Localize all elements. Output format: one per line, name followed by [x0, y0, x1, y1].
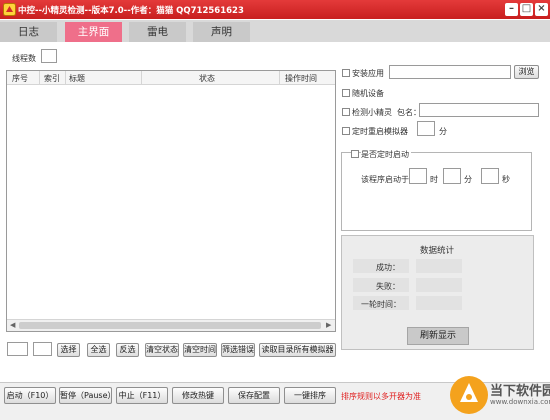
- clear-status-button[interactable]: 清空状态: [145, 343, 179, 357]
- fail-label: 失败：: [376, 282, 400, 291]
- timed-restart-checkbox[interactable]: [342, 127, 350, 135]
- scrollbar-thumb[interactable]: [19, 322, 321, 329]
- scroll-right-icon[interactable]: ▶: [326, 321, 331, 329]
- window-title: 中控--小精灵检测--版本7.0--作者：猫猫 QQ712561623: [18, 6, 244, 16]
- tab-main[interactable]: 主界面: [65, 22, 122, 42]
- round-time-value: [416, 296, 462, 310]
- edit-hotkeys-button[interactable]: 修改热键: [172, 387, 224, 404]
- timed-start-checkbox[interactable]: [351, 150, 359, 158]
- install-app-label: 安装应用: [352, 69, 384, 78]
- timed-start-label: 是否定时启动: [361, 149, 411, 160]
- browse-button[interactable]: 浏览: [514, 65, 539, 79]
- refresh-display-button[interactable]: 刷新显示: [407, 327, 469, 345]
- range-end-input[interactable]: [33, 342, 52, 356]
- install-app-checkbox[interactable]: [342, 69, 350, 77]
- start-second-input[interactable]: [481, 168, 499, 184]
- watermark: 当下软件园 www.downxia.com: [450, 374, 550, 418]
- restart-unit-label: 分: [439, 127, 447, 136]
- col-status[interactable]: 状态: [199, 73, 215, 84]
- detect-sprite-checkbox[interactable]: [342, 108, 350, 116]
- package-name-input[interactable]: [419, 103, 539, 117]
- timed-restart-label: 定时重启模拟器: [352, 127, 408, 136]
- random-device-label: 随机设备: [352, 89, 384, 98]
- filter-errors-button[interactable]: 筛选错误: [221, 343, 255, 357]
- table-header: 序号 索引 标题 状态 操作时间: [7, 71, 335, 85]
- random-device-checkbox[interactable]: [342, 89, 350, 97]
- hour-unit-label: 时: [430, 175, 438, 184]
- second-unit-label: 秒: [502, 175, 510, 184]
- timed-start-group: [341, 152, 532, 231]
- thread-count-input[interactable]: [41, 49, 57, 63]
- start-minute-input[interactable]: [443, 168, 461, 184]
- watermark-logo-icon: [450, 376, 488, 414]
- col-title[interactable]: 标题: [69, 73, 85, 84]
- close-button[interactable]: ×: [535, 3, 548, 16]
- title-bar: 中控--小精灵检测--版本7.0--作者：猫猫 QQ712561623 – □ …: [0, 0, 550, 19]
- minimize-button[interactable]: –: [505, 3, 518, 16]
- stats-title: 数据统计: [420, 246, 455, 256]
- round-time-label: 一轮时间：: [361, 300, 401, 309]
- start-hour-input[interactable]: [409, 168, 427, 184]
- col-idx[interactable]: 索引: [44, 73, 60, 84]
- maximize-button[interactable]: □: [520, 3, 533, 16]
- close-icon: ×: [537, 3, 546, 14]
- restart-interval-input[interactable]: [417, 121, 435, 136]
- invert-selection-button[interactable]: 反选: [116, 343, 139, 357]
- stats-panel: 数据统计 成功： 失败： 一轮时间： 刷新显示: [341, 235, 534, 350]
- range-start-input[interactable]: [7, 342, 28, 356]
- start-button[interactable]: 启动（F10）: [4, 387, 56, 404]
- thread-label: 线程数: [12, 54, 36, 63]
- emulator-table: 序号 索引 标题 状态 操作时间 ◀ ▶: [6, 70, 336, 332]
- install-app-path-input[interactable]: [389, 65, 511, 79]
- success-value: [416, 259, 462, 273]
- pause-button[interactable]: 暂停（Pause）: [59, 387, 116, 404]
- watermark-url: www.downxia.com: [490, 398, 550, 406]
- read-all-emulators-button[interactable]: 读取目录所有模拟器: [259, 343, 336, 357]
- one-click-sort-button[interactable]: 一键排序: [284, 387, 336, 404]
- stop-button[interactable]: 中止（F11）: [116, 387, 168, 404]
- select-all-button[interactable]: 全选: [87, 343, 110, 357]
- clear-time-button[interactable]: 清空时间: [183, 343, 217, 357]
- tab-log[interactable]: 日志: [0, 22, 57, 42]
- minute-unit-label: 分: [464, 175, 472, 184]
- horizontal-scrollbar[interactable]: ◀ ▶: [7, 319, 335, 331]
- select-button[interactable]: 选择: [57, 343, 80, 357]
- watermark-text: 当下软件园: [490, 384, 550, 399]
- save-config-button[interactable]: 保存配置: [228, 387, 280, 404]
- app-icon: [3, 3, 16, 16]
- tab-statement[interactable]: 声明: [193, 22, 250, 42]
- start-time-prefix: 该程序启动于: [361, 175, 409, 184]
- tab-bar: 日志 主界面 雷电 声明: [0, 20, 550, 42]
- success-label: 成功：: [376, 263, 400, 272]
- tab-leidian[interactable]: 雷电: [129, 22, 186, 42]
- col-time[interactable]: 操作时间: [285, 73, 317, 84]
- fail-value: [416, 278, 462, 292]
- col-index[interactable]: 序号: [12, 73, 28, 84]
- package-name-label: 包名：: [397, 108, 421, 117]
- minimize-icon: –: [509, 3, 514, 14]
- sort-rule-notice: 排序规则以多开器为准: [341, 392, 421, 401]
- detect-sprite-label: 检测小精灵: [352, 108, 392, 117]
- maximize-icon: □: [521, 3, 532, 14]
- scroll-left-icon[interactable]: ◀: [10, 321, 15, 329]
